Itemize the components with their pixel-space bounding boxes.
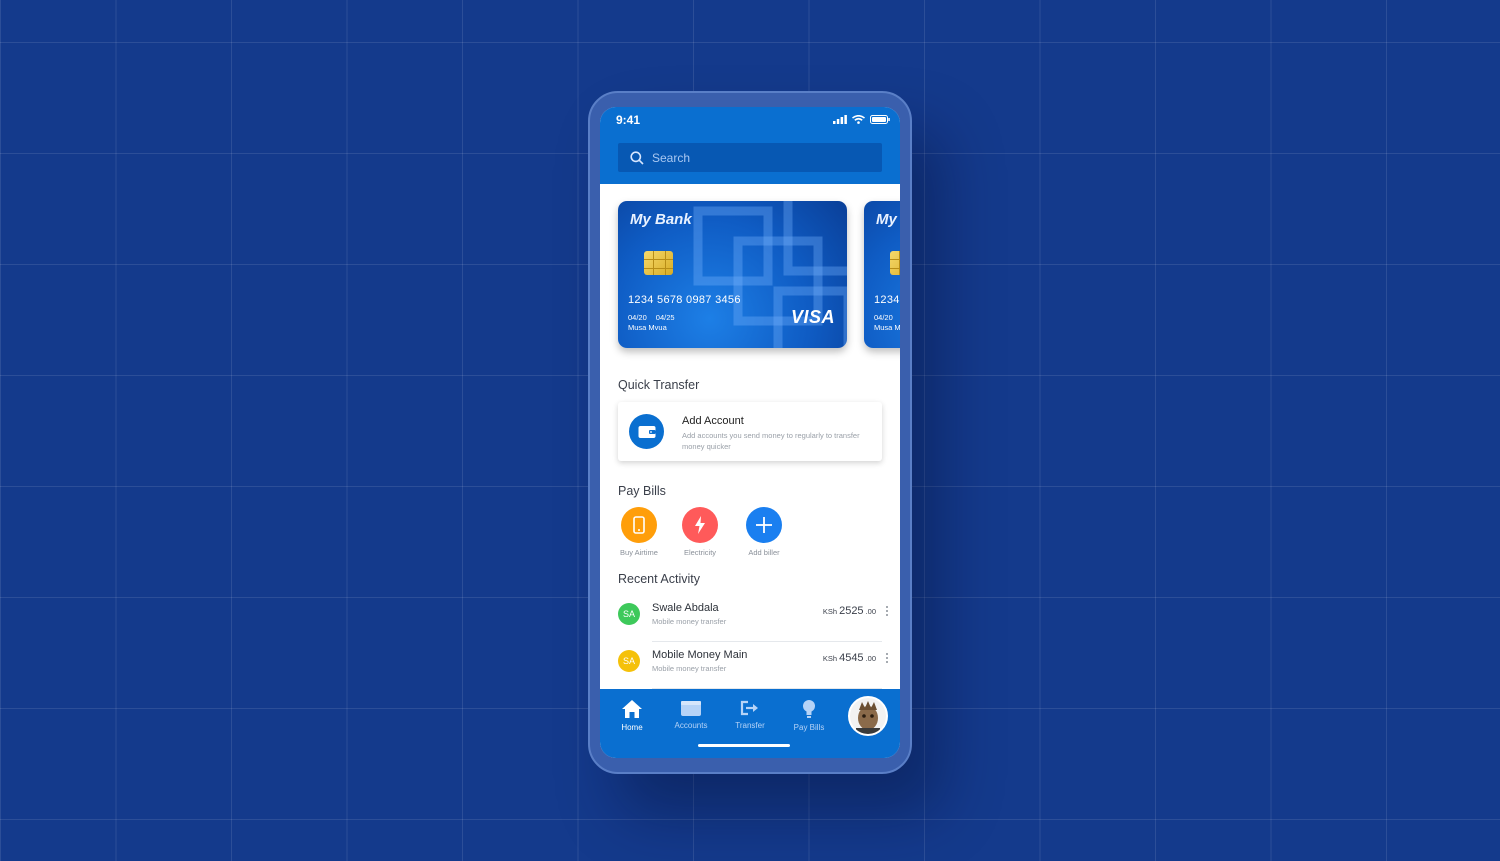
more-options-icon[interactable] xyxy=(886,653,888,663)
bank-name: My Bank xyxy=(630,211,692,228)
card-number: 1234 5678 0987 3456 xyxy=(628,294,741,306)
transfer-icon xyxy=(740,700,758,716)
card-chip xyxy=(644,251,673,275)
bottom-nav: Home Accounts Transfer Pay Bills xyxy=(600,689,900,758)
divider xyxy=(652,641,882,642)
wifi-icon xyxy=(852,115,865,124)
status-icons xyxy=(833,115,890,124)
nav-label: Transfer xyxy=(735,721,765,730)
add-account-card[interactable]: Add Account Add accounts you send money … xyxy=(618,402,882,461)
currency: KSh xyxy=(822,607,838,616)
activity-type: Mobile money transfer xyxy=(652,617,727,626)
amount-cents: .00 xyxy=(865,654,876,663)
profile-photo xyxy=(850,698,886,734)
bank-card[interactable]: My 1234 04/20 Musa M xyxy=(864,201,900,348)
more-options-icon[interactable] xyxy=(886,606,888,616)
add-biller-button[interactable]: Add biller xyxy=(739,507,789,557)
signal-icon xyxy=(833,115,847,124)
activity-amount: KSh 4545 .00 xyxy=(823,652,876,664)
amount-value: 2525 xyxy=(839,605,864,617)
battery-icon xyxy=(870,115,890,124)
app-screen: 9:41 Search My Bank 1234 5678 0987 3456 … xyxy=(600,107,900,758)
nav-home[interactable]: Home xyxy=(607,699,657,732)
valid-thru: 04/25 xyxy=(655,313,675,322)
recent-activity-title: Recent Activity xyxy=(618,572,700,586)
lightbulb-icon xyxy=(803,700,815,718)
activity-row[interactable]: SA Mobile Money Main Mobile money transf… xyxy=(618,644,888,690)
card-dates: 04/20 04/25 xyxy=(628,313,675,322)
lightning-icon xyxy=(682,507,718,543)
search-icon xyxy=(630,150,644,165)
card-number: 1234 xyxy=(874,294,900,306)
activity-row[interactable]: SA Swale Abdala Mobile money transfer KS… xyxy=(618,597,888,643)
plus-icon xyxy=(746,507,782,543)
bank-name: My xyxy=(876,211,897,228)
activity-name: Mobile Money Main xyxy=(652,649,748,661)
contact-avatar: SA xyxy=(618,603,640,625)
card-chip xyxy=(890,251,900,275)
home-icon xyxy=(622,700,642,718)
add-account-title: Add Account xyxy=(682,415,744,427)
status-time: 9:41 xyxy=(616,113,641,127)
nav-label: Accounts xyxy=(674,721,708,730)
activity-type: Mobile money transfer xyxy=(652,664,727,673)
card-holder: Musa M xyxy=(874,323,900,332)
card-holder: Musa Mvua xyxy=(628,323,667,332)
phone-icon xyxy=(621,507,657,543)
contact-avatar: SA xyxy=(618,650,640,672)
card-carousel[interactable]: My Bank 1234 5678 0987 3456 04/20 04/25 … xyxy=(600,201,900,351)
visa-logo: VISA xyxy=(790,307,835,327)
home-indicator xyxy=(698,744,790,747)
nav-transfer[interactable]: Transfer xyxy=(725,699,775,730)
buy-airtime-button[interactable]: Buy Airtime xyxy=(614,507,664,557)
top-bar: 9:41 xyxy=(600,107,900,184)
card-dates: 04/20 xyxy=(874,313,893,322)
bank-card[interactable]: My Bank 1234 5678 0987 3456 04/20 04/25 … xyxy=(618,201,847,348)
bill-label: Add biller xyxy=(748,548,780,557)
activity-amount: KSh 2525 .00 xyxy=(823,605,876,617)
currency: KSh xyxy=(822,654,838,663)
wallet-icon xyxy=(629,414,664,449)
search-bar[interactable] xyxy=(618,143,882,172)
nav-pay-bills[interactable]: Pay Bills xyxy=(784,699,834,732)
nav-accounts[interactable]: Accounts xyxy=(666,699,716,730)
bill-label: Buy Airtime xyxy=(620,548,658,557)
wallet-icon xyxy=(681,701,701,716)
valid-from: 04/20 xyxy=(628,313,647,322)
activity-name: Swale Abdala xyxy=(652,602,719,614)
pay-bills-title: Pay Bills xyxy=(618,484,666,498)
quick-transfer-title: Quick Transfer xyxy=(618,378,700,392)
profile-avatar[interactable] xyxy=(848,696,888,736)
valid-from: 04/20 xyxy=(874,313,893,322)
search-input[interactable] xyxy=(652,150,862,165)
add-account-description: Add accounts you send money to regularly… xyxy=(682,431,860,451)
nav-label: Home xyxy=(621,723,643,732)
amount-value: 4545 xyxy=(839,652,864,664)
amount-cents: .00 xyxy=(865,607,876,616)
electricity-button[interactable]: Electricity xyxy=(675,507,725,557)
bill-label: Electricity xyxy=(683,548,717,557)
nav-label: Pay Bills xyxy=(793,723,825,732)
